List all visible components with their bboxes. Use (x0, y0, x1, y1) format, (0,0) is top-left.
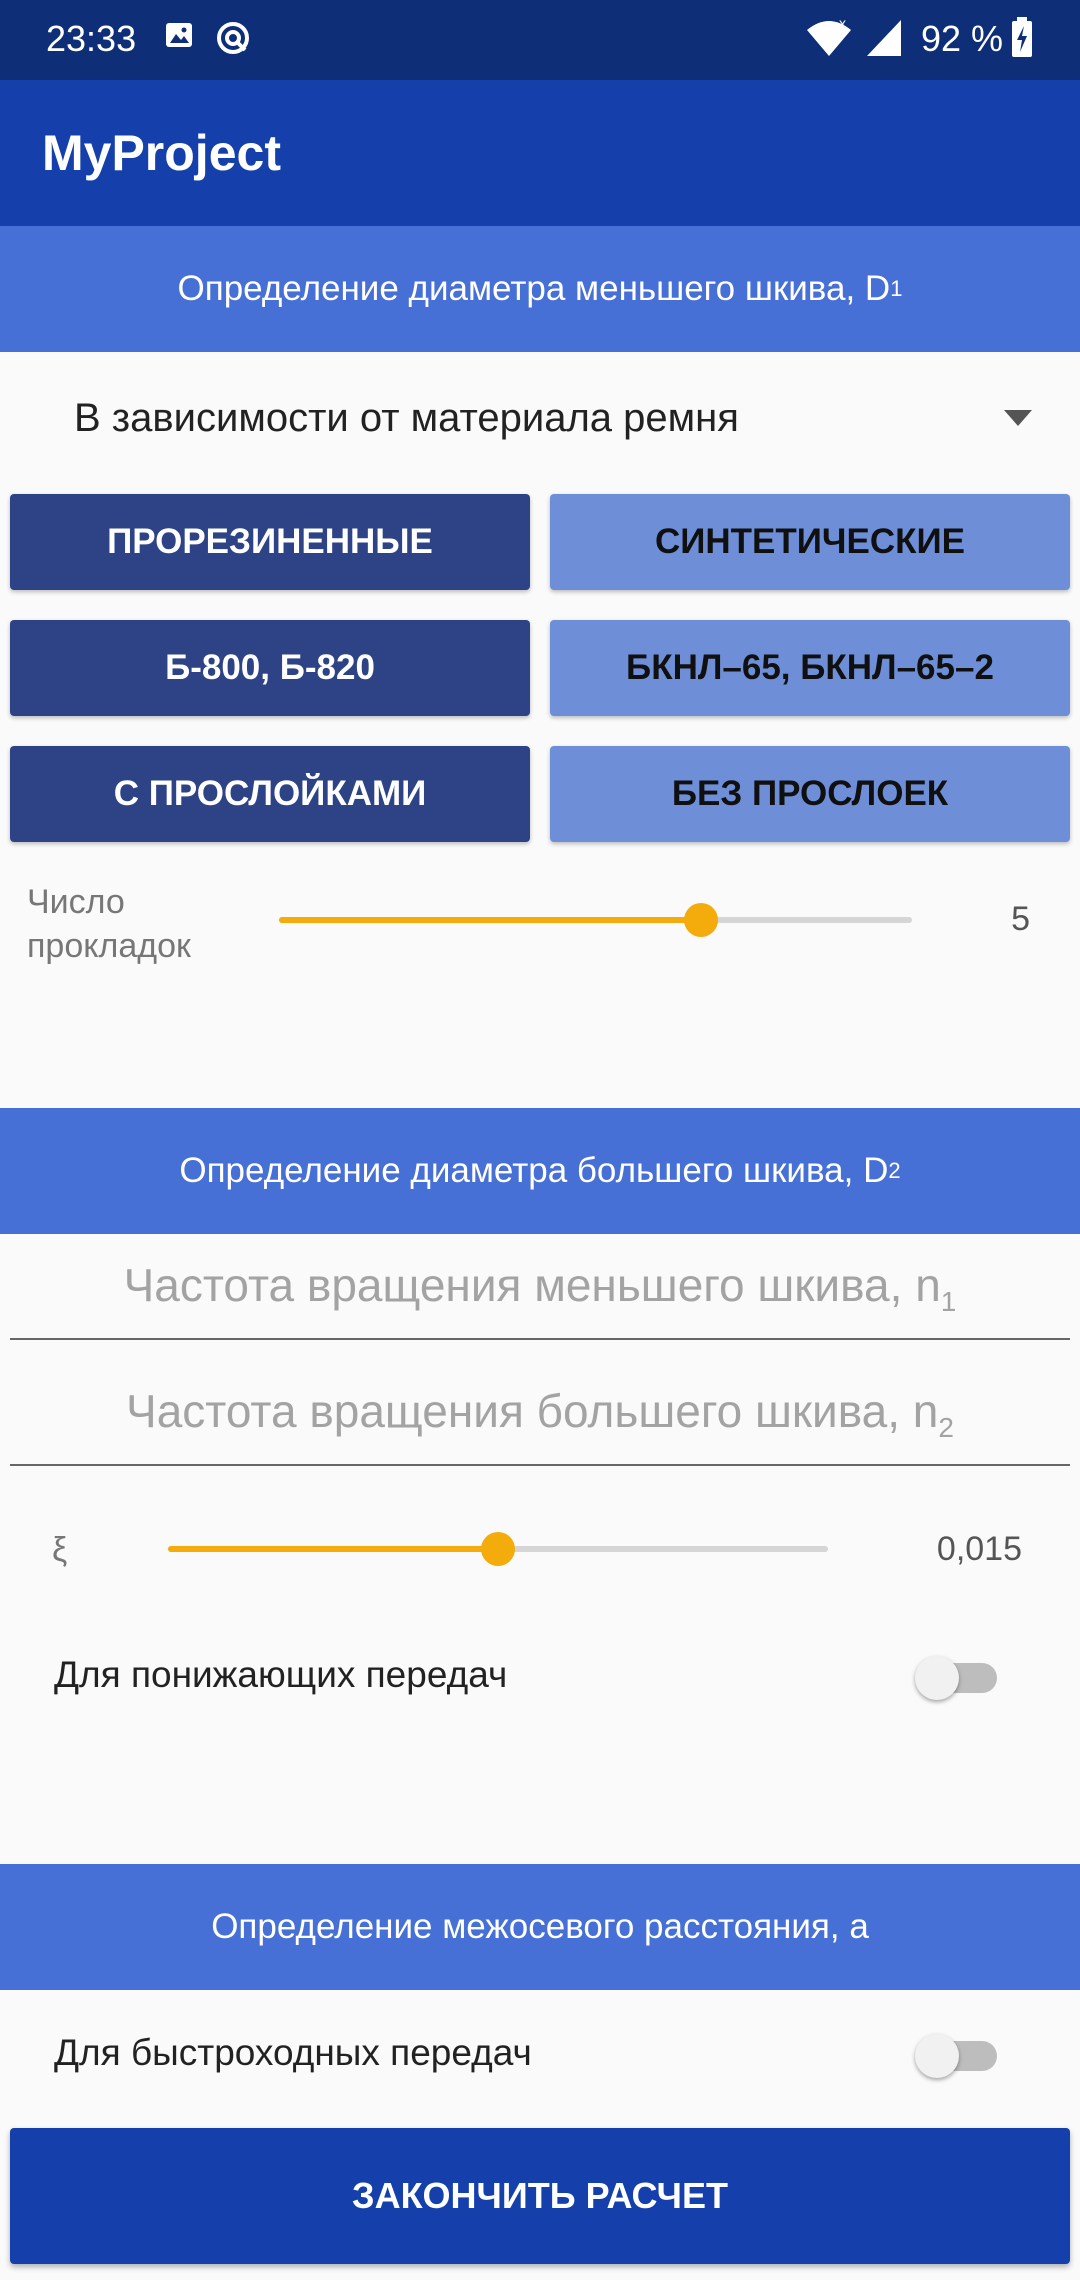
status-bar: 23:33 x 92 % (0, 0, 1080, 80)
battery-percent: 92 % (921, 18, 1004, 59)
app-title: MyProject (42, 125, 281, 181)
high-speed-gear-label: Для быстроходных передач (54, 2032, 532, 2073)
larger-pulley-speed-placeholder: Частота вращения большего шкива, n2 (10, 1384, 1070, 1444)
section-header-title: Определение диаметра меньшего шкива, D (177, 269, 891, 308)
reduction-gear-row: Для понижающих передач (0, 1632, 1080, 1722)
section-header-subscript: 2 (888, 1158, 901, 1183)
placeholder-subscript: 1 (940, 1286, 957, 1317)
ply-count-slider-thumb[interactable] (683, 903, 718, 937)
high-speed-gear-row: Для быстроходных передач (0, 2010, 1080, 2100)
section-header-title: Определение диаметра большего шкива, D (179, 1151, 889, 1190)
reduction-gear-label: Для понижающих передач (54, 1654, 508, 1695)
ply-count-value: 5 (1011, 900, 1030, 938)
status-time: 23:33 (46, 18, 137, 59)
placeholder-subscript: 2 (938, 1412, 954, 1443)
xi-slider-thumb[interactable] (481, 1532, 515, 1566)
xi-slider[interactable] (168, 1532, 828, 1566)
bknl65-button[interactable]: БКНЛ–65, БКНЛ–65–2 (550, 620, 1070, 716)
app-bar: MyProject (0, 80, 1080, 226)
sync-icon (215, 20, 251, 61)
b800-b820-button[interactable]: Б-800, Б-820 (10, 620, 530, 716)
xi-label: ξ (52, 1531, 68, 1569)
ply-count-slider-fill (279, 917, 701, 923)
larger-pulley-speed-input[interactable]: Частота вращения большего шкива, n2 (10, 1362, 1070, 1466)
signal-icon (865, 18, 903, 63)
switch-knob (915, 2034, 959, 2078)
ply-count-slider[interactable] (279, 903, 912, 937)
ply-count-label: Число прокладок (27, 880, 191, 968)
section-header-subscript: 1 (890, 276, 903, 301)
finish-calculation-button[interactable]: ЗАКОНЧИТЬ РАСЧЕТ (10, 2128, 1070, 2264)
reduction-gear-switch[interactable] (915, 1656, 999, 1700)
wifi-icon: x (805, 15, 853, 63)
svg-text:x: x (839, 18, 846, 31)
ply-count-label-line1: Число (27, 883, 125, 921)
image-icon (164, 20, 194, 55)
dropdown-arrow-icon[interactable] (1004, 410, 1032, 431)
xi-value: 0,015 (936, 1530, 1022, 1568)
without-layers-button[interactable]: БЕЗ ПРОСЛОЕК (550, 746, 1070, 842)
section-header-larger-pulley: Определение диаметра большего шкива, D2 (0, 1108, 1080, 1234)
switch-knob (915, 1656, 959, 1700)
smaller-pulley-speed-placeholder: Частота вращения меньшего шкива, n1 (10, 1258, 1070, 1318)
ply-count-label-line2: прокладок (27, 927, 191, 965)
placeholder-text: Частота вращения большего шкива, n (126, 1385, 939, 1437)
with-layers-button[interactable]: С ПРОСЛОЙКАМИ (10, 746, 530, 842)
section-header-center-distance: Определение межосевого расстояния, a (0, 1864, 1080, 1990)
section-header-title: Определение межосевого расстояния, a (211, 1907, 869, 1946)
high-speed-gear-switch[interactable] (915, 2034, 999, 2078)
smaller-pulley-speed-input[interactable]: Частота вращения меньшего шкива, n1 (10, 1236, 1070, 1340)
rubberized-button[interactable]: ПРОРЕЗИНЕННЫЕ (10, 494, 530, 590)
belt-material-dropdown[interactable]: В зависимости от материала ремня (0, 370, 1080, 470)
dropdown-selected-value: В зависимости от материала ремня (74, 396, 739, 440)
placeholder-text: Частота вращения меньшего шкива, n (123, 1259, 941, 1311)
synthetic-button[interactable]: СИНТЕТИЧЕСКИЕ (550, 494, 1070, 590)
section-header-smaller-pulley: Определение диаметра меньшего шкива, D1 (0, 226, 1080, 352)
xi-slider-fill (168, 1546, 498, 1552)
battery-icon (1010, 16, 1034, 63)
